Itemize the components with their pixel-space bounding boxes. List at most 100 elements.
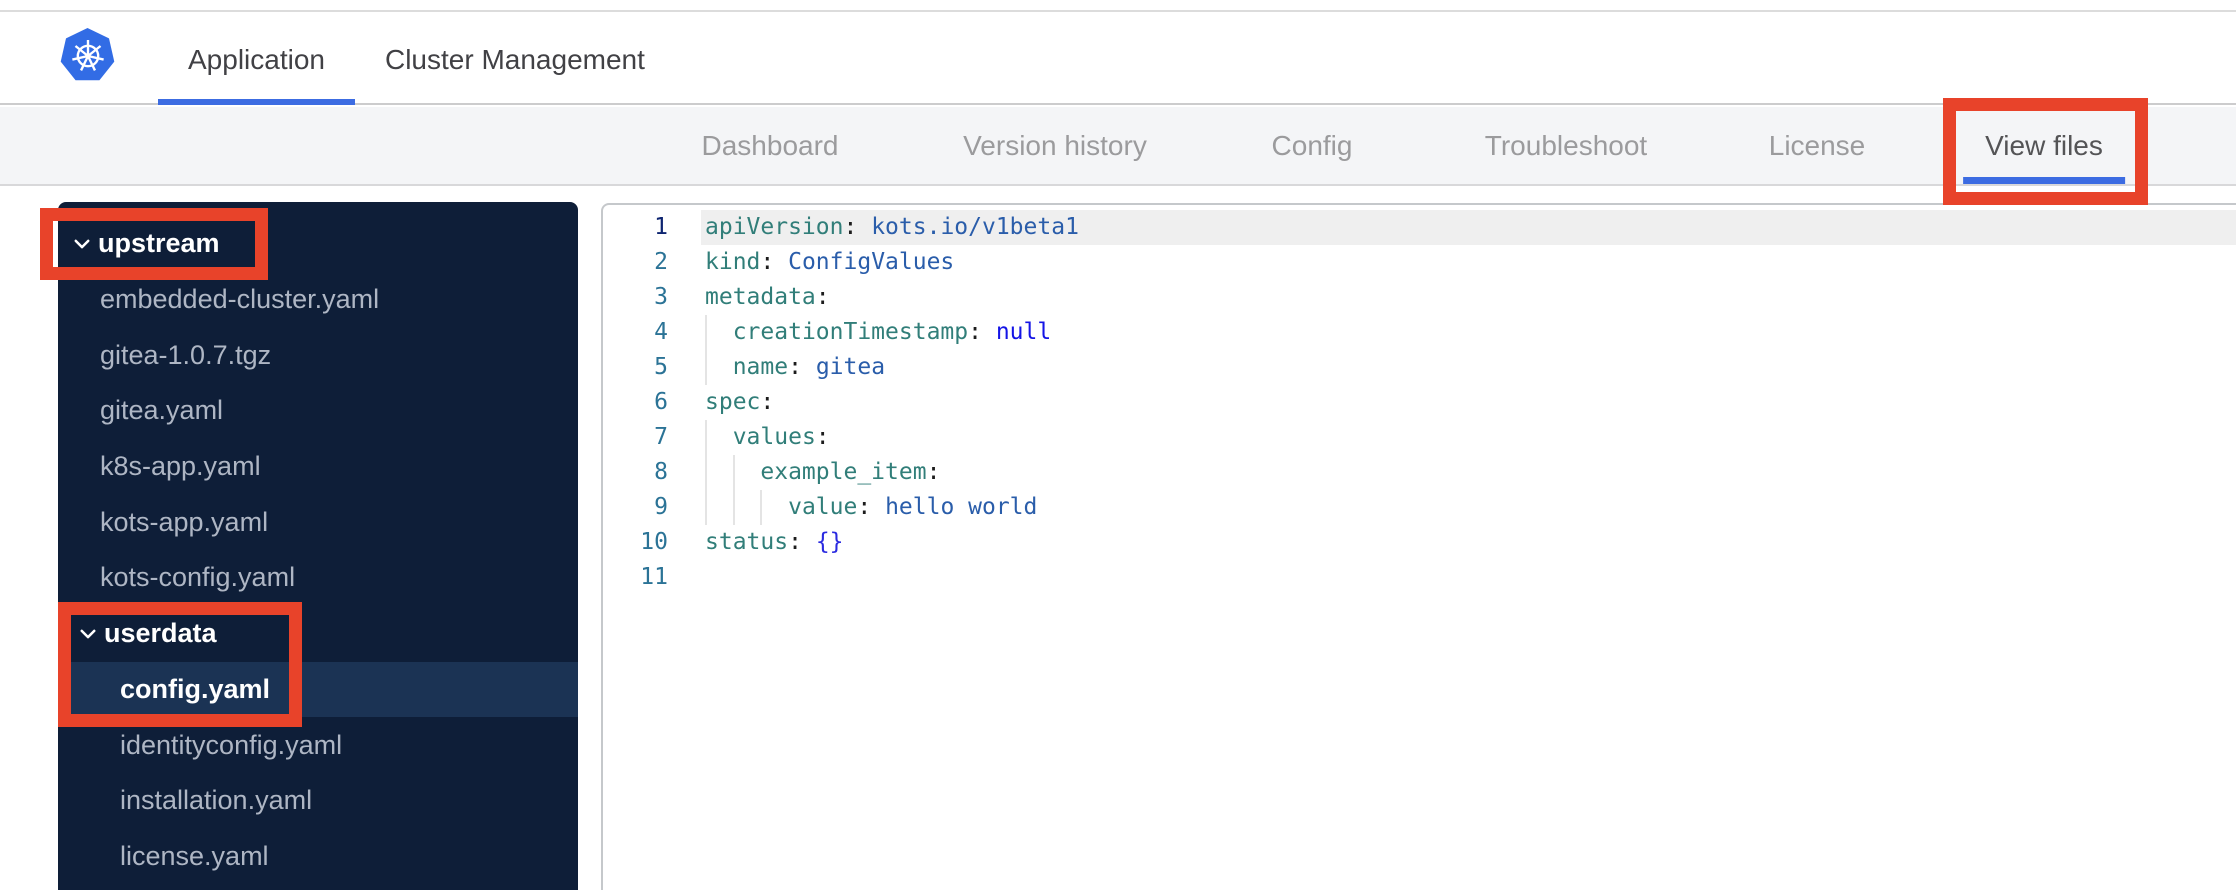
token-colon: : [760, 389, 775, 415]
folder-label: userdata [104, 618, 217, 649]
token-colon: : [968, 319, 982, 345]
tree-item-gitea-1-0-7-tgz[interactable]: gitea-1.0.7.tgz [58, 327, 578, 383]
folder-label: upstream [98, 228, 220, 259]
line-number: 3 [654, 284, 668, 310]
tree-item-license-yaml[interactable]: license.yaml [58, 829, 578, 885]
line-number: 1 [654, 214, 668, 240]
tab-cluster-management[interactable]: Cluster Management [355, 12, 675, 103]
nav-tab-license[interactable]: License [1769, 107, 1866, 184]
nav-tab-label: License [1768, 129, 1866, 161]
tab-label: Application [188, 43, 325, 75]
nav-tab-view-files[interactable]: View files [1963, 107, 2125, 184]
code-text: spec: [687, 385, 2236, 420]
file-label: gitea-1.0.7.tgz [100, 339, 272, 370]
nav-tab-label: View files [1985, 129, 2103, 161]
line-number: 8 [654, 459, 668, 485]
tree-item-identityconfig-yaml[interactable]: identityconfig.yaml [58, 717, 578, 773]
line-number: 11 [640, 564, 668, 590]
tree-item-config-yaml[interactable]: config.yaml [58, 661, 578, 718]
tab-application[interactable]: Application [158, 12, 355, 105]
indent-guide [705, 315, 707, 350]
token-colon: : [815, 424, 830, 450]
code-editor[interactable]: 1 apiVersion: kots.io/v1beta1 2 kind: Confi… [601, 203, 2236, 890]
token-colon: : [843, 214, 858, 240]
code-line-7: 7 values: [603, 420, 2236, 455]
file-label: installation.yaml [120, 785, 313, 816]
line-number: 2 [654, 249, 668, 275]
header-tabs: Application Cluster Management [158, 12, 675, 105]
helm-wheel-icon [71, 39, 104, 71]
file-label: identityconfig.yaml [120, 729, 343, 760]
code-text: kind: ConfigValues [687, 245, 2236, 280]
token-key: name [732, 354, 789, 380]
nav-tab-troubleshoot[interactable]: Troubleshoot [1485, 107, 1647, 184]
line-number: 4 [654, 319, 668, 345]
indent-guide [705, 455, 707, 490]
code-text: example_item: [687, 455, 2236, 490]
code-text: value: hello world [687, 490, 2236, 525]
tree-item-upstream[interactable]: upstream [58, 216, 578, 272]
tree-item-gitea-yaml[interactable]: gitea.yaml [58, 383, 578, 439]
nav-tab-label: Config [1271, 129, 1353, 161]
token-key: values [732, 424, 816, 450]
indent-guide [705, 490, 707, 525]
token-colon: : [926, 459, 941, 485]
code-line-11: 11 [603, 560, 2236, 595]
nav-tab-version-history[interactable]: Version history [963, 107, 1147, 184]
code-line-1: 1 apiVersion: kots.io/v1beta1 [603, 210, 2236, 245]
token-colon: : [857, 494, 872, 520]
code-text: apiVersion: kots.io/v1beta1 [687, 210, 2236, 245]
indent-guide [705, 350, 707, 385]
code-lines: 1 apiVersion: kots.io/v1beta1 2 kind: Confi… [603, 205, 2236, 595]
tree-item-embedded-cluster-yaml[interactable]: embedded-cluster.yaml [58, 272, 578, 328]
chevron-down-icon [78, 624, 98, 644]
code-line-2: 2 kind: ConfigValues [603, 245, 2236, 280]
code-line-9: 9 value: hello world [603, 490, 2236, 525]
token-str: gitea [815, 354, 886, 380]
code-text: status: {} [687, 525, 2236, 560]
file-label: embedded-cluster.yaml [100, 284, 380, 315]
tree-item-k8s-app-yaml[interactable]: k8s-app.yaml [58, 439, 578, 495]
file-label: kots-config.yaml [100, 562, 296, 593]
token-str: hello world [885, 494, 1038, 520]
nav-tab-label: Version history [963, 129, 1147, 161]
line-number: 6 [654, 389, 668, 415]
tree-item-installation-yaml[interactable]: installation.yaml [58, 773, 578, 829]
token-key: example_item [760, 459, 927, 485]
file-label: config.yaml [120, 673, 271, 704]
tree-item-kots-app-yaml[interactable]: kots-app.yaml [58, 494, 578, 550]
code-text: name: gitea [687, 350, 2236, 385]
tree-item-kots-config-yaml[interactable]: kots-config.yaml [58, 550, 578, 606]
code-line-10: 10 status: {} [603, 525, 2236, 560]
token-key: value [788, 494, 858, 520]
tab-label: Cluster Management [384, 43, 645, 75]
nav-tab-label: Dashboard [701, 129, 839, 161]
code-line-3: 3 metadata: [603, 280, 2236, 315]
file-label: k8s-app.yaml [100, 451, 261, 482]
code-text: creationTimestamp: null [687, 315, 2236, 350]
token-colon: : [760, 249, 775, 275]
file-label: gitea.yaml [100, 395, 224, 426]
token-key: creationTimestamp [732, 319, 969, 345]
token-key: spec [705, 389, 761, 415]
code-text: metadata: [687, 280, 2236, 315]
token-key: status [705, 529, 789, 555]
line-number: 10 [640, 529, 668, 555]
file-tree: upstream embedded-cluster.yaml gitea-1.0.7… [58, 202, 578, 890]
tree-item-userdata[interactable]: userdata [58, 606, 578, 662]
indent-guide [732, 490, 735, 525]
kubernetes-logo [60, 28, 115, 81]
code-line-8: 8 example_item: [603, 455, 2236, 490]
nav-tab-dashboard[interactable]: Dashboard [702, 107, 839, 184]
nav-tab-config[interactable]: Config [1272, 107, 1353, 184]
token-bracket: {} [815, 529, 844, 555]
